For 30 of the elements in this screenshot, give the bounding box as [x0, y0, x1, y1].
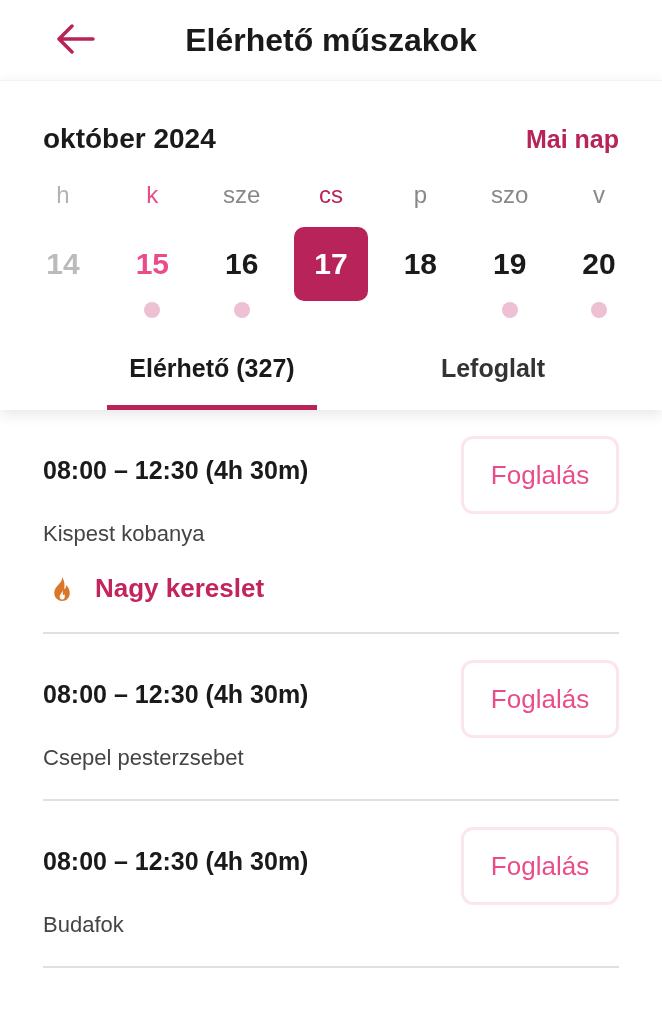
back-arrow-icon[interactable] [55, 24, 95, 54]
book-button[interactable]: Foglalás [461, 436, 619, 514]
weekday-label: k [146, 181, 159, 210]
weekday-label: szo [490, 181, 529, 210]
shift-location: Csepel pesterzsebet [43, 745, 245, 771]
page-title: Elérhető műszakok [185, 21, 477, 59]
weekday-label: sze [222, 181, 261, 210]
shift-time: 08:00 – 12:30 (4h 30m) [43, 456, 309, 485]
flame-icon [51, 575, 73, 602]
tab[interactable]: Elérhető (327) [107, 336, 317, 410]
date-button[interactable]: 15 [115, 227, 190, 301]
date-button[interactable]: 16 [204, 227, 279, 301]
month-label: október 2024 [43, 123, 216, 155]
today-button[interactable]: Mai nap [525, 124, 619, 154]
shift-location: Kispest kobanya [43, 521, 206, 547]
book-button[interactable]: Foglalás [461, 660, 619, 738]
weekday-label: v [592, 181, 605, 210]
date-button[interactable]: 19 [472, 227, 547, 301]
book-button[interactable]: Foglalás [461, 827, 619, 905]
date-button[interactable]: 18 [383, 227, 458, 301]
tab[interactable]: Lefoglalt [388, 336, 598, 410]
date-button[interactable]: 17 [294, 227, 368, 301]
weekday-label: h [56, 181, 70, 210]
date-button[interactable]: 20 [561, 227, 636, 301]
shift-time: 08:00 – 12:30 (4h 30m) [43, 680, 309, 709]
shift-location: Budafok [43, 912, 125, 938]
shift-time: 08:00 – 12:30 (4h 30m) [43, 847, 309, 876]
weekday-label: cs [319, 181, 343, 210]
weekday-label: p [413, 181, 427, 210]
demand-label: Nagy kereslet [95, 573, 265, 604]
